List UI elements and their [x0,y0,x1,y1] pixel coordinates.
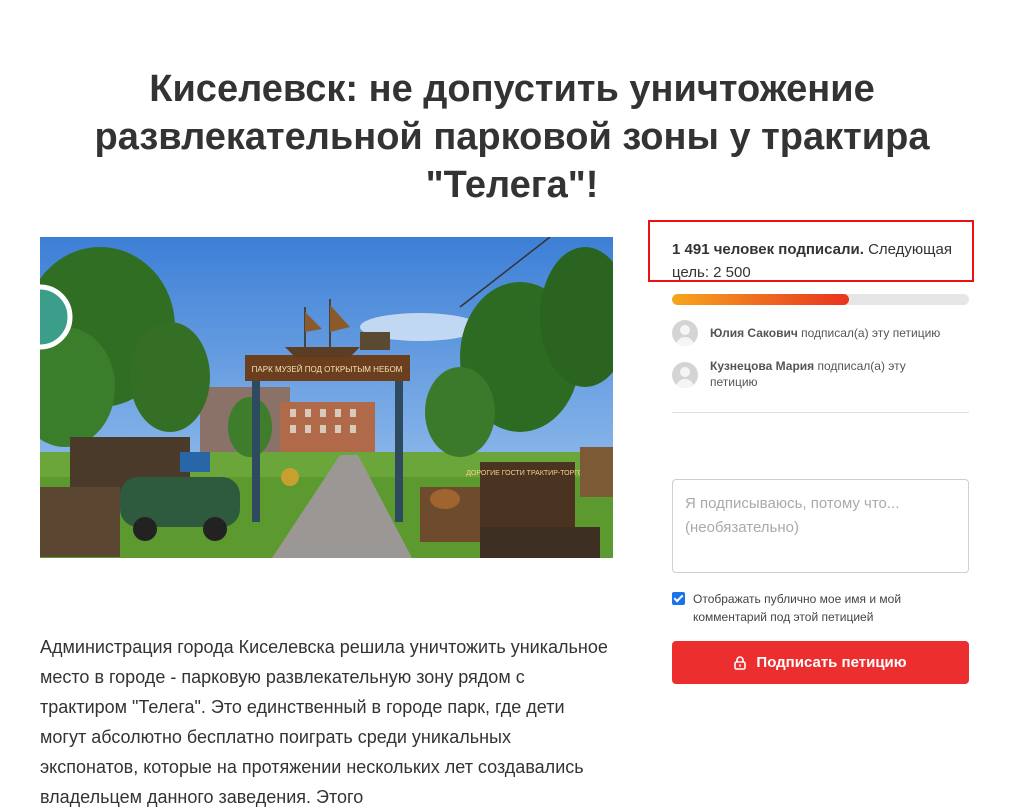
signature-count: 1 491 человек подписали. Следующая цель:… [672,238,969,284]
petition-title: Киселевск: не допустить уничтожение разв… [94,68,930,207]
signer-action: подписал(а) эту петицию [797,326,941,340]
petition-photo: ПАРК МУЗЕЙ ПОД ОТКРЫТЫМ НЕБОМ ДОРОГИЕ ГО… [40,237,613,558]
signature-progress-fill [672,294,850,305]
petition-description: Администрация города Киселевска решила у… [40,637,608,807]
arch-sign-text: ПАРК МУЗЕЙ ПОД ОТКРЫТЫМ НЕБОМ [252,365,403,374]
avatar-icon [672,362,698,388]
signature-progress-bar [672,294,969,305]
avatar-icon [672,320,698,346]
recent-signer: Юлия Сакович подписал(а) эту петицию [672,320,969,346]
signer-name: Кузнецова Мария [710,359,815,373]
sign-petition-button[interactable]: Подписать петицию [672,641,969,684]
signature-count-bold: 1 491 человек подписали. [672,241,864,258]
comment-input[interactable] [672,479,969,573]
signer-text: Юлия Сакович подписал(а) эту петицию [710,325,940,346]
public-checkbox-label: Отображать публично мое имя и мой коммен… [693,592,902,624]
public-checkbox-row[interactable]: Отображать публично мое имя и мой коммен… [672,590,969,626]
board-sign-text: ДОРОГИЕ ГОСТИ ТРАКТИР-ТОРГОВ [466,470,588,477]
lock-icon [734,655,747,670]
sign-button-label: Подписать петицию [756,654,907,671]
public-checkbox[interactable] [672,592,685,605]
signer-text: Кузнецова Мария подписал(а) эту петицию [710,358,930,390]
recent-signer: Кузнецова Мария подписал(а) эту петицию [672,358,969,390]
signer-name: Юлия Сакович [710,326,798,340]
divider [672,412,969,413]
